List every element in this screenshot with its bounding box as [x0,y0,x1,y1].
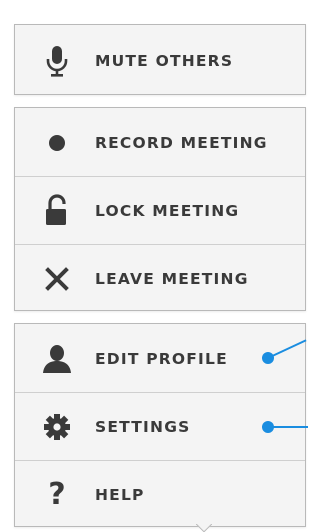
padlock-icon [39,193,75,229]
leave-meeting-item[interactable]: LEAVE MEETING [15,245,305,312]
leave-meeting-label: LEAVE MEETING [95,269,249,288]
record-dot-icon [39,125,75,161]
mute-others-label: MUTE OTHERS [95,51,234,70]
help-item[interactable]: ? HELP [15,461,305,528]
help-label: HELP [95,485,145,504]
lock-meeting-label: LOCK MEETING [95,201,240,220]
edit-profile-label: EDIT PROFILE [95,349,228,368]
mute-panel: MUTE OTHERS [14,24,306,95]
annotation-line [268,426,308,428]
close-icon [39,261,75,297]
gear-icon [39,409,75,445]
settings-label: SETTINGS [95,417,191,436]
meeting-panel: RECORD MEETING LOCK MEETING LEAVE MEETIN… [14,107,306,311]
question-mark-icon: ? [48,476,66,512]
microphone-icon [39,43,75,79]
lock-meeting-item[interactable]: LOCK MEETING [15,177,305,244]
record-meeting-label: RECORD MEETING [95,133,268,152]
user-icon [39,341,75,377]
record-meeting-item[interactable]: RECORD MEETING [15,109,305,176]
mute-others-item[interactable]: MUTE OTHERS [15,27,305,94]
